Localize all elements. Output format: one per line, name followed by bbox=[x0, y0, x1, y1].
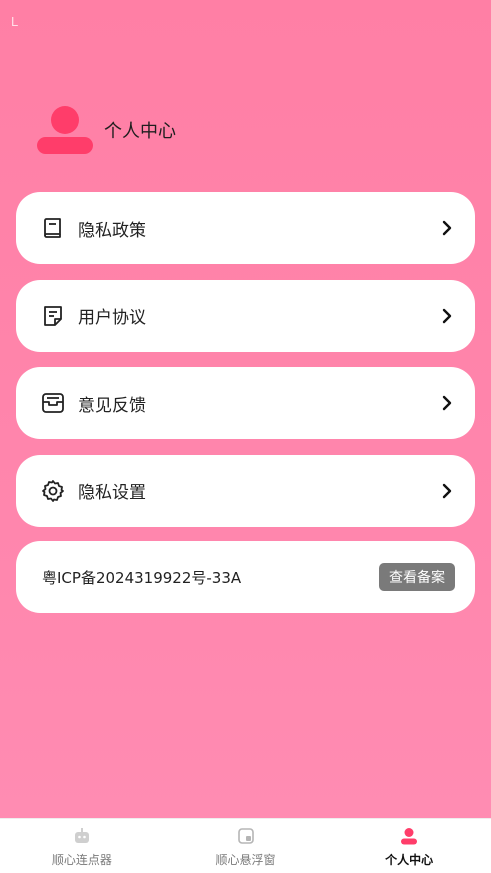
menu-item-label: 用户协议 bbox=[78, 308, 146, 328]
status-bar-mark: L bbox=[11, 14, 19, 29]
chevron-right-icon bbox=[442, 220, 452, 236]
document-icon bbox=[40, 303, 66, 329]
chevron-right-icon bbox=[442, 308, 452, 323]
tab-clicker[interactable]: 顺心连点器 bbox=[0, 819, 164, 873]
icp-record-card: 粤ICP备2024319922号-33A 查看备案 bbox=[16, 541, 475, 613]
menu-item-privacy-settings[interactable]: 隐私设置 bbox=[16, 454, 475, 527]
settings-menu: 隐私政策 用户协议 意见反馈 隐私设置 bbox=[16, 192, 475, 542]
menu-item-privacy-policy[interactable]: 隐私政策 bbox=[16, 192, 475, 264]
page-title: 个人中心 bbox=[104, 121, 176, 142]
menu-item-label: 隐私政策 bbox=[78, 220, 146, 241]
menu-item-label: 意见反馈 bbox=[78, 395, 146, 416]
view-record-button[interactable]: 查看备案 bbox=[379, 563, 455, 591]
robot-icon bbox=[74, 828, 89, 843]
tab-label: 顺心悬浮窗 bbox=[215, 853, 276, 867]
chevron-right-icon bbox=[442, 395, 452, 411]
menu-item-feedback[interactable]: 意见反馈 bbox=[16, 367, 475, 439]
bottom-tab-bar: 顺心连点器 顺心悬浮窗 个人中心 bbox=[0, 818, 491, 873]
person-icon bbox=[401, 828, 418, 845]
profile-header: 个人中心 bbox=[36, 104, 176, 156]
tab-floating-window[interactable]: 顺心悬浮窗 bbox=[164, 819, 328, 873]
menu-item-user-agreement[interactable]: 用户协议 bbox=[16, 279, 475, 352]
tab-label: 顺心连点器 bbox=[51, 853, 112, 867]
floating-window-icon bbox=[237, 828, 254, 844]
icp-number: 粤ICP备2024319922号-33A bbox=[42, 568, 242, 587]
tab-label: 个人中心 bbox=[385, 853, 434, 867]
user-avatar-icon[interactable] bbox=[36, 104, 94, 156]
chevron-right-icon bbox=[442, 483, 452, 498]
book-icon bbox=[40, 215, 66, 241]
tab-profile[interactable]: 个人中心 bbox=[327, 819, 491, 873]
menu-item-label: 隐私设置 bbox=[78, 483, 146, 503]
gear-icon bbox=[40, 478, 66, 504]
inbox-icon bbox=[40, 390, 66, 416]
